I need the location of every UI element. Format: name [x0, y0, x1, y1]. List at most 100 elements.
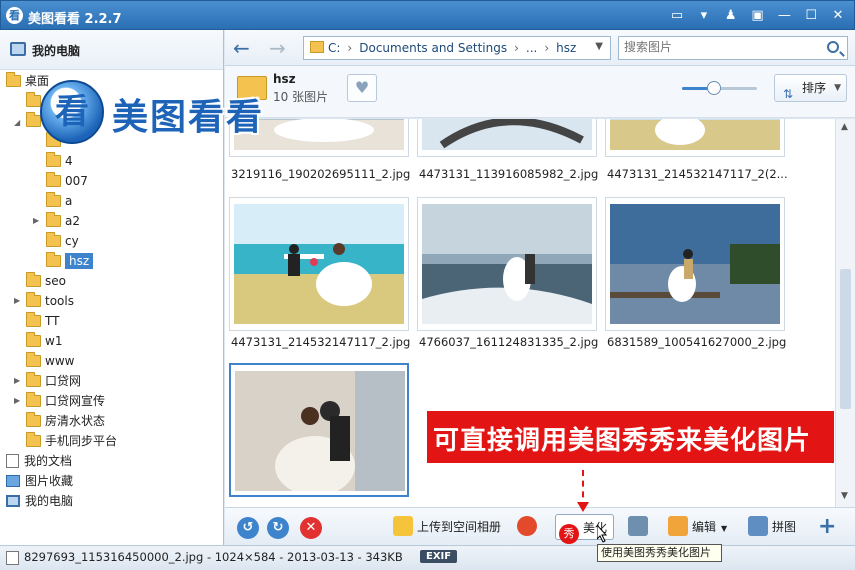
- brand-logo: 看 美图看看: [40, 80, 310, 144]
- bottom-toolbar: ↺ ↻ ✕ 上传到空间相册 秀美化 编辑 ▼ 拼图 +: [225, 507, 855, 545]
- tree-item-4[interactable]: 4: [46, 152, 73, 171]
- zoom-slider-handle[interactable]: [706, 81, 721, 95]
- edit-button[interactable]: 编辑 ▼: [668, 514, 727, 540]
- navigation-bar: ← → C: › Documents and Settings ›... › hsz ▼: [225, 30, 855, 66]
- search-icon[interactable]: [827, 41, 839, 53]
- expand-arrow-icon[interactable]: ▶: [33, 216, 39, 225]
- document-icon: [6, 454, 19, 468]
- tree-item-status[interactable]: 房清水状态: [26, 412, 105, 431]
- tree-item-my-computer[interactable]: 我的电脑: [6, 492, 73, 511]
- maximize-button[interactable]: ☐: [801, 7, 821, 25]
- tree-item-w1[interactable]: w1: [26, 332, 62, 351]
- tree-item-tt[interactable]: TT: [26, 312, 59, 331]
- folder-icon: [46, 152, 61, 167]
- back-button[interactable]: ←: [233, 36, 250, 60]
- tree-item-koudai-promo[interactable]: 口贷网宣传: [26, 392, 105, 411]
- zoom-slider[interactable]: [682, 81, 757, 95]
- restore-icon[interactable]: ▣: [748, 7, 768, 25]
- expand-arrow-icon[interactable]: ▶: [14, 376, 20, 385]
- scroll-up-icon[interactable]: ▲: [841, 122, 848, 132]
- folder-icon: [6, 72, 21, 87]
- annotation-text: 可直接调用美图秀秀来美化图片: [433, 426, 812, 456]
- expand-arrow-icon[interactable]: ▶: [14, 296, 20, 305]
- computer-icon: [10, 42, 26, 56]
- meitu-xiuxiu-icon: 秀: [559, 524, 579, 544]
- crumb-hsz[interactable]: hsz: [556, 41, 576, 55]
- crumb-drive[interactable]: C:: [328, 41, 340, 55]
- exif-button[interactable]: EXIF: [420, 550, 458, 563]
- tree-item-picture-favorites[interactable]: 图片收藏: [6, 472, 73, 491]
- file-icon: [6, 551, 19, 565]
- status-bar: 8297693_115316450000_2.jpg - 1024×584 - …: [0, 545, 855, 570]
- upload-album-button[interactable]: 上传到空间相册: [393, 514, 501, 540]
- expand-arrow-icon[interactable]: ▶: [14, 396, 20, 405]
- annotation-arrow-icon: [577, 470, 589, 512]
- folder-icon: [46, 172, 61, 187]
- tree-item-tools[interactable]: tools: [26, 292, 74, 311]
- skin-icon[interactable]: ♟: [721, 7, 741, 25]
- thumbnail-filename: 4766037_161124831335_2.jpg: [419, 335, 599, 349]
- collage-button[interactable]: 拼图: [748, 514, 796, 540]
- chevron-down-icon[interactable]: ▼: [721, 524, 727, 533]
- scroll-down-icon[interactable]: ▼: [841, 491, 848, 501]
- thumbnail-selected[interactable]: [229, 363, 409, 497]
- favorite-button[interactable]: ♥: [347, 74, 377, 102]
- window-controls: ▭ ▾ ♟ ▣ — ☐ ✕: [664, 7, 848, 25]
- computer-icon: [6, 495, 20, 507]
- photo-thumbnail: [422, 119, 592, 150]
- tree-item-a[interactable]: a: [46, 192, 72, 211]
- rotate-left-button[interactable]: ↺: [237, 517, 259, 539]
- beautify-tooltip: 使用美图秀秀美化图片: [597, 544, 722, 562]
- vertical-scrollbar[interactable]: ▲ ▼: [835, 119, 855, 507]
- sort-label: 排序: [802, 81, 827, 95]
- brand-logo-text: 美图看看: [112, 97, 265, 138]
- address-bar[interactable]: C: › Documents and Settings ›... › hsz ▼: [303, 36, 611, 60]
- search-input[interactable]: [624, 40, 814, 54]
- folder-icon: [26, 352, 41, 367]
- tree-item-hsz[interactable]: hsz: [46, 252, 94, 271]
- thumbnail[interactable]: [605, 119, 785, 157]
- scrollbar-thumb[interactable]: [840, 269, 851, 409]
- thumbnail[interactable]: [417, 119, 597, 157]
- tree-item-seo[interactable]: seo: [26, 272, 66, 291]
- app-logo-icon: 看: [6, 7, 23, 24]
- crumb-documents[interactable]: Documents and Settings: [359, 41, 507, 55]
- mouse-cursor-icon: [597, 525, 607, 543]
- title-bar: 看 美图看看 2.2.7 ▭ ▾ ♟ ▣ — ☐ ✕: [0, 0, 855, 30]
- weibo-share-button[interactable]: [517, 514, 541, 540]
- thumbnail[interactable]: [605, 197, 785, 331]
- tree-item-a2[interactable]: a2: [46, 212, 80, 231]
- folder-info-bar: hsz 10 张图片 ♥ ⇅ 排序 ▼: [225, 66, 855, 118]
- close-button[interactable]: ✕: [828, 7, 848, 25]
- sidebar-header-label: 我的电脑: [32, 44, 81, 58]
- chat-icon[interactable]: ▭: [667, 7, 687, 25]
- expand-arrow-icon[interactable]: ◢: [14, 118, 20, 127]
- add-button[interactable]: +: [818, 514, 836, 540]
- crumb-ellipsis[interactable]: ...: [526, 41, 537, 55]
- tree-item-www[interactable]: www: [26, 352, 74, 371]
- delete-button[interactable]: ✕: [300, 517, 322, 539]
- menu-icon[interactable]: ▾: [694, 7, 714, 25]
- forward-button[interactable]: →: [269, 36, 286, 60]
- tree-item-cy[interactable]: cy: [46, 232, 79, 251]
- rotate-right-button[interactable]: ↻: [267, 517, 289, 539]
- sidebar-header[interactable]: 我的电脑: [0, 30, 223, 70]
- tree-item-my-documents[interactable]: 我的文档: [6, 452, 72, 471]
- thumbnail[interactable]: [229, 197, 409, 331]
- slideshow-button[interactable]: [628, 514, 652, 540]
- chevron-down-icon: ▼: [834, 83, 841, 93]
- tree-item-koudai[interactable]: 口贷网: [26, 372, 81, 391]
- minimize-button[interactable]: —: [774, 7, 794, 25]
- tree-item-mobile-sync[interactable]: 手机同步平台: [26, 432, 117, 451]
- photo-thumbnail: [235, 371, 405, 491]
- status-text: 8297693_115316450000_2.jpg - 1024×584 - …: [24, 550, 403, 564]
- thumbnail-filename: 3219116_190202695111_2.jpg: [231, 167, 411, 181]
- sort-button[interactable]: ⇅ 排序 ▼: [774, 74, 847, 102]
- chevron-down-icon[interactable]: ▼: [595, 41, 603, 52]
- tree-item-007[interactable]: 007: [46, 172, 88, 191]
- folder-icon: [26, 292, 41, 307]
- thumbnail[interactable]: [417, 197, 597, 331]
- folder-icon: [46, 192, 61, 207]
- folder-icon: [26, 112, 41, 127]
- drive-icon: [310, 41, 324, 53]
